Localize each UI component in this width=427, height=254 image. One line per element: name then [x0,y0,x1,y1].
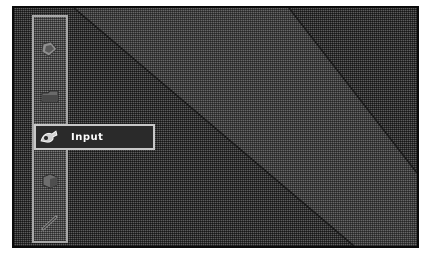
input-icon [39,128,59,146]
box-icon [40,172,60,190]
picture-icon [40,40,60,58]
menu-item-tray[interactable] [36,84,64,108]
tray-icon [40,88,60,104]
wrench-icon [40,214,60,232]
menu-item-label: Input [71,131,104,143]
menu-item-input[interactable]: Input [34,124,155,150]
menu-item-picture[interactable] [36,37,64,61]
osd-screen: Input [12,6,419,248]
menu-item-wrench[interactable] [36,211,64,235]
osd-menu-bar: Input [32,15,155,243]
menu-item-box[interactable] [36,169,64,193]
